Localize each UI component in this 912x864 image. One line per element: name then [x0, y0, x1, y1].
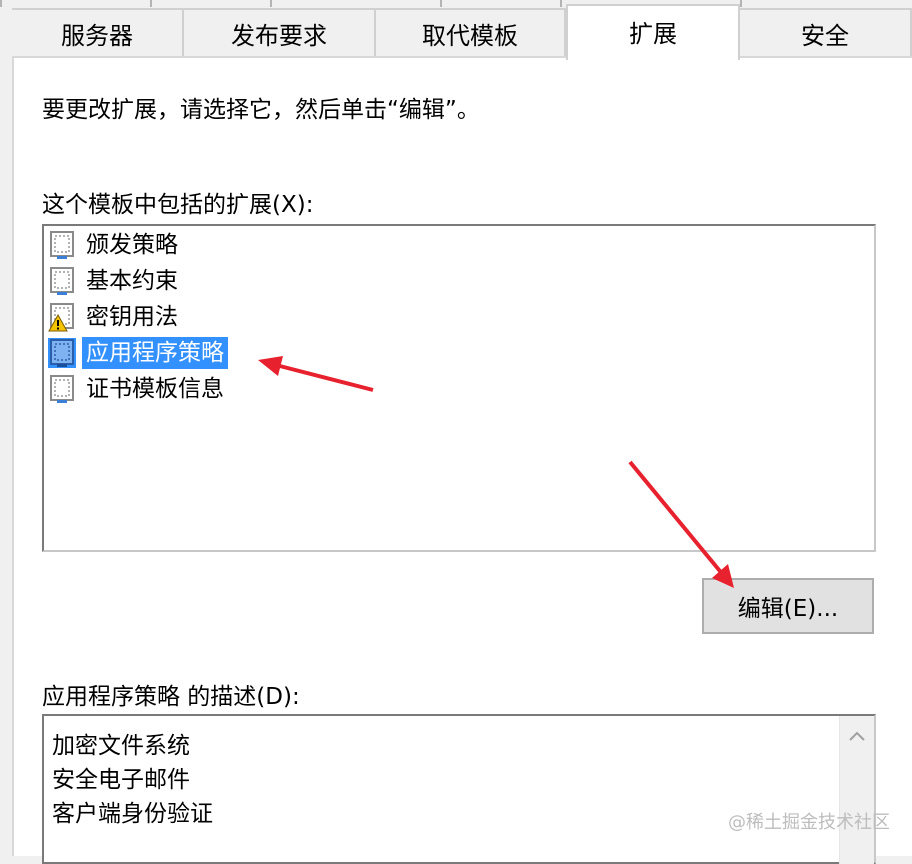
extensions-list[interactable]: 颁发策略 基本约束 密钥用法 应用程序策略 证书模板信息	[42, 224, 876, 552]
certificate-icon	[48, 374, 76, 404]
watermark: @稀土掘金技术社区	[728, 812, 890, 833]
extension-label: 基本约束	[86, 268, 178, 294]
tab-extensions[interactable]: 扩展	[566, 4, 740, 60]
description-line: 安全电子邮件	[52, 767, 190, 793]
tab-issuance-requirements[interactable]: 发布要求	[184, 8, 376, 56]
certificate-warning-icon	[48, 302, 76, 332]
description-line: 客户端身份验证	[52, 801, 213, 827]
extensions-list-label: 这个模板中包括的扩展(X):	[42, 192, 314, 218]
edit-button[interactable]: 编辑(E)...	[702, 578, 874, 634]
list-item-selected[interactable]: 应用程序策略	[48, 336, 229, 370]
hidden-tab-row	[0, 0, 912, 8]
list-item[interactable]: 密钥用法	[48, 300, 182, 334]
tab-superseded-templates[interactable]: 取代模板	[376, 8, 566, 56]
instruction-text: 要更改扩展，请选择它，然后单击“编辑”。	[42, 97, 480, 123]
tab-server[interactable]: 服务器	[12, 8, 184, 56]
description-box[interactable]: 加密文件系统 安全电子邮件 客户端身份验证	[42, 714, 876, 864]
tab-security[interactable]: 安全	[740, 8, 912, 56]
list-item[interactable]: 证书模板信息	[48, 372, 228, 406]
description-scrollbar[interactable]	[839, 716, 874, 864]
tab-bar: 服务器 发布要求 取代模板 扩展 安全	[0, 4, 912, 60]
hidden-tab[interactable]	[740, 0, 912, 7]
certificate-icon	[48, 266, 76, 296]
list-item[interactable]: 基本约束	[48, 264, 182, 298]
hidden-tab[interactable]	[270, 0, 444, 7]
hidden-tab[interactable]	[440, 0, 564, 7]
description-label: 应用程序策略 的描述(D):	[42, 684, 300, 710]
hidden-tab[interactable]	[0, 0, 154, 7]
extension-label: 证书模板信息	[86, 376, 224, 402]
list-item[interactable]: 颁发策略	[48, 228, 182, 262]
hidden-tab[interactable]	[150, 0, 274, 7]
extension-label: 应用程序策略	[81, 336, 229, 370]
extension-label: 颁发策略	[86, 232, 178, 258]
certificate-icon	[48, 230, 76, 260]
description-line: 加密文件系统	[52, 733, 190, 759]
certificate-icon	[48, 338, 76, 368]
chevron-up-icon[interactable]	[848, 728, 866, 742]
extension-label: 密钥用法	[86, 304, 178, 330]
